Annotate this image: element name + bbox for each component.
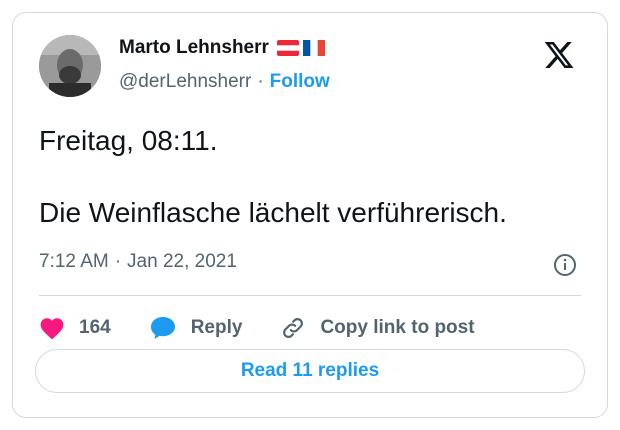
copy-link-label: Copy link to post	[320, 317, 475, 338]
x-logo-icon[interactable]	[543, 39, 575, 71]
copy-link-button[interactable]: Copy link to post	[280, 315, 475, 341]
like-count: 164	[79, 317, 111, 338]
heart-icon	[39, 316, 65, 340]
like-button[interactable]: 164	[39, 316, 111, 340]
author-handle[interactable]: @derLehnsherr	[119, 71, 251, 93]
action-bar: 164 Reply Copy link to post	[39, 313, 513, 343]
author-name[interactable]: Marto Lehnsherr	[119, 37, 269, 59]
reply-label: Reply	[190, 317, 243, 338]
read-replies-label: Read 11 replies	[240, 360, 380, 381]
tweet-date: Jan 22, 2021	[127, 251, 237, 272]
tweet-timestamp[interactable]: 7:12 AM · Jan 22, 2021	[39, 251, 237, 273]
avatar[interactable]	[39, 35, 101, 97]
tweet-time: 7:12 AM	[39, 251, 109, 272]
author-handle-row: @derLehnsherr · Follow	[119, 71, 330, 93]
divider	[39, 295, 581, 296]
read-replies-button[interactable]: Read 11 replies	[35, 349, 585, 393]
austria-flag-icon	[276, 40, 299, 56]
follow-link[interactable]: Follow	[270, 71, 330, 93]
separator-dot: ·	[257, 71, 264, 92]
link-icon	[280, 315, 306, 341]
reply-button[interactable]: Reply	[149, 315, 243, 341]
tweet-text: Freitag, 08:11. Die Weinflasche lächelt …	[39, 125, 507, 228]
author-name-row: Marto Lehnsherr	[119, 37, 325, 59]
info-icon[interactable]	[553, 253, 577, 277]
speech-bubble-icon	[149, 315, 177, 341]
separator-dot: ·	[114, 251, 122, 272]
tweet-card: Marto Lehnsherr @derLehnsherr · Follow F…	[12, 12, 608, 418]
france-flag-icon	[302, 40, 325, 56]
